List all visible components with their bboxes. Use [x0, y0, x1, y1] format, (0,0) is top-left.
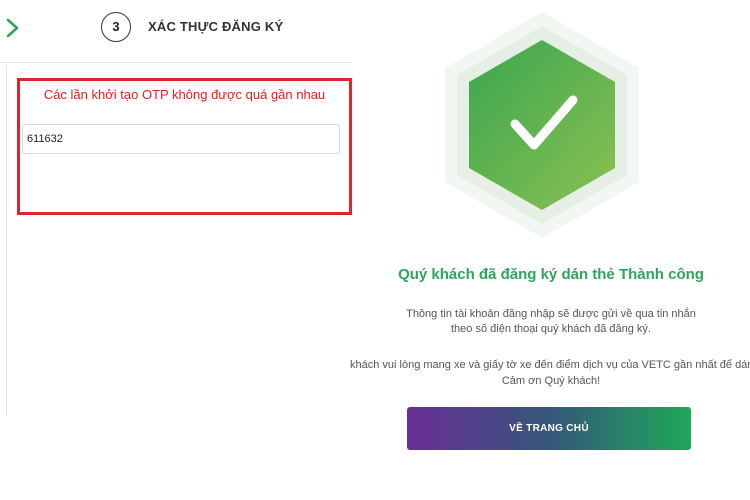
check-hexagon-icon — [445, 12, 639, 238]
otp-error-message: Các lần khởi tạo OTP không được quá gần … — [43, 87, 326, 102]
info-text-2: theo số điện thoại quý khách đã đăng ký. — [451, 323, 651, 335]
step-number: 3 — [101, 12, 131, 42]
info-text-4: Cảm ơn Quý khách! — [501, 375, 601, 387]
home-button[interactable]: VỀ TRANG CHỦ — [407, 407, 691, 450]
info-text-3: khách vui lòng mang xe và giấy tờ xe đến… — [350, 359, 750, 371]
success-panel: Quý khách đã đăng ký dán thẻ Thành công … — [350, 0, 750, 500]
otp-input[interactable] — [22, 124, 340, 154]
chevron-right-icon[interactable] — [4, 16, 22, 40]
registration-panel: 3 XÁC THỰC ĐĂNG KÝ Các lần khởi tạo OTP … — [0, 0, 352, 500]
info-text-1: Thông tin tài khoản đăng nhập sẽ được gử… — [406, 308, 696, 320]
step-title: XÁC THỰC ĐĂNG KÝ — [148, 19, 284, 34]
success-title: Quý khách đã đăng ký dán thẻ Thành công — [398, 266, 704, 283]
divider-line — [6, 66, 7, 416]
otp-error-box: Các lần khởi tạo OTP không được quá gần … — [17, 78, 352, 215]
step-header: 3 XÁC THỰC ĐĂNG KÝ — [0, 0, 352, 63]
